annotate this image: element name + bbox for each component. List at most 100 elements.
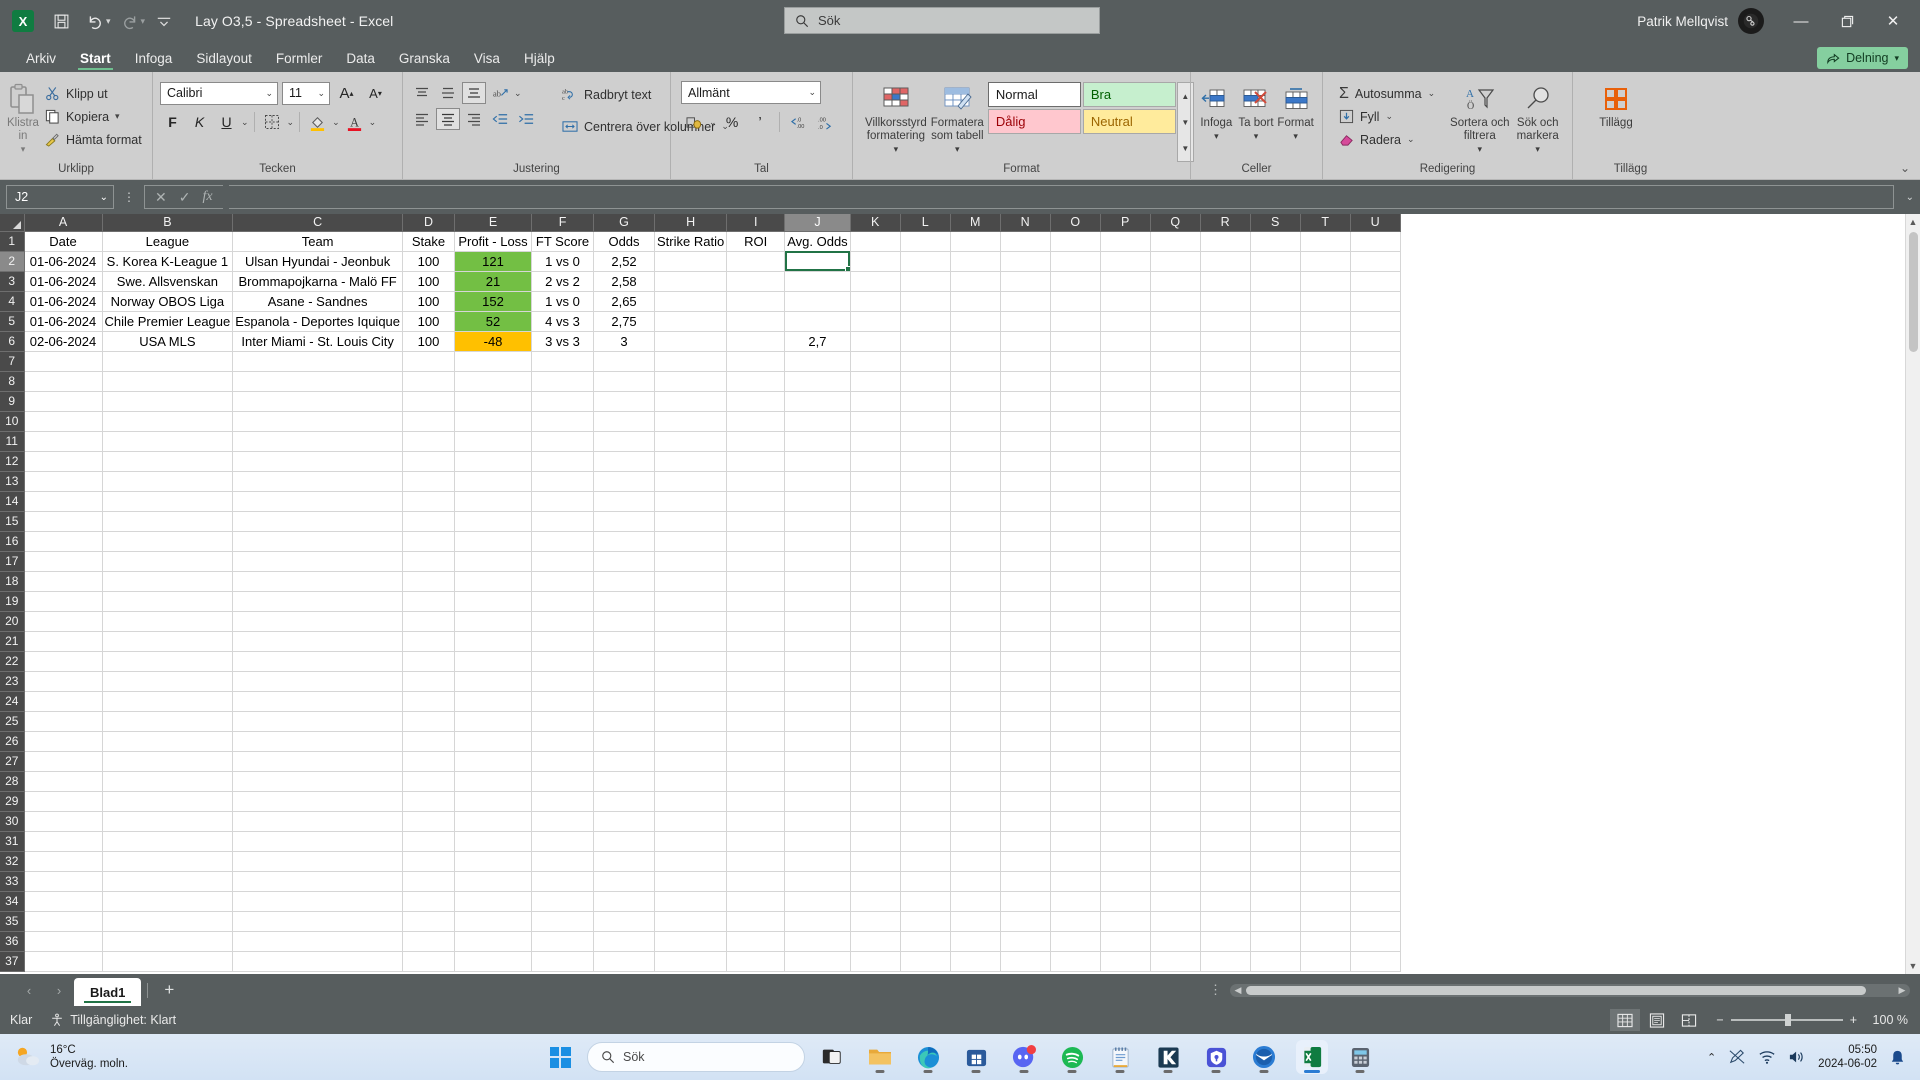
cell-D8[interactable] xyxy=(402,371,456,392)
decrease-decimal-button[interactable]: .00.0 xyxy=(814,110,839,134)
cell-C15[interactable] xyxy=(232,511,404,532)
format-painter-button[interactable]: Hämta format xyxy=(39,128,148,151)
cell-D10[interactable] xyxy=(402,411,456,432)
cell-L12[interactable] xyxy=(900,451,951,472)
zoom-out-button[interactable]: − xyxy=(1716,1013,1723,1027)
row-header-13[interactable]: 13 xyxy=(0,471,25,492)
cell-M26[interactable] xyxy=(950,731,1001,752)
cell-A14[interactable] xyxy=(24,491,103,512)
cell-I27[interactable] xyxy=(726,751,786,772)
cell-C37[interactable] xyxy=(232,951,404,972)
cell-O17[interactable] xyxy=(1050,551,1101,572)
cell-L26[interactable] xyxy=(900,731,951,752)
align-top-button[interactable] xyxy=(410,82,434,104)
cell-B13[interactable] xyxy=(102,471,234,492)
cell-B5[interactable]: Chile Premier League xyxy=(102,311,234,332)
cell-O10[interactable] xyxy=(1050,411,1101,432)
tab-infoga[interactable]: Infoga xyxy=(123,48,185,72)
cell-G26[interactable] xyxy=(593,731,656,752)
excel-taskbar-icon[interactable] xyxy=(1296,1040,1328,1074)
cell-A34[interactable] xyxy=(24,891,103,912)
sheet-tab-blad1[interactable]: Blad1 xyxy=(74,978,142,1006)
delete-cells-dropdown-icon[interactable]: ▾ xyxy=(1254,130,1259,143)
horizontal-scrollbar[interactable]: ◀ ▶ xyxy=(1230,983,1910,997)
cell-I17[interactable] xyxy=(726,551,786,572)
italic-button[interactable]: K xyxy=(187,110,212,134)
row-header-19[interactable]: 19 xyxy=(0,591,25,612)
column-header-D[interactable]: D xyxy=(402,214,456,232)
cell-L33[interactable] xyxy=(900,871,951,892)
cell-H28[interactable] xyxy=(654,771,728,792)
cell-B20[interactable] xyxy=(102,611,234,632)
cell-D37[interactable] xyxy=(402,951,456,972)
cell-U3[interactable] xyxy=(1350,271,1401,292)
horizontal-scroll-thumb[interactable] xyxy=(1246,985,1866,995)
cell-A5[interactable]: 01-06-2024 xyxy=(24,311,103,332)
column-header-H[interactable]: H xyxy=(654,214,728,232)
cell-R33[interactable] xyxy=(1200,871,1251,892)
cell-S35[interactable] xyxy=(1250,911,1301,932)
cell-M12[interactable] xyxy=(950,451,1001,472)
row-header-15[interactable]: 15 xyxy=(0,511,25,532)
row-header-17[interactable]: 17 xyxy=(0,551,25,572)
cell-O9[interactable] xyxy=(1050,391,1101,412)
column-header-S[interactable]: S xyxy=(1250,214,1301,232)
cell-P10[interactable] xyxy=(1100,411,1151,432)
cell-J16[interactable] xyxy=(784,531,851,552)
cell-N14[interactable] xyxy=(1000,491,1051,512)
cell-H27[interactable] xyxy=(654,751,728,772)
number-format-combo[interactable]: Allmänt ⌄ xyxy=(681,81,821,104)
row-header-11[interactable]: 11 xyxy=(0,431,25,452)
align-center-button[interactable] xyxy=(436,108,460,130)
cell-K24[interactable] xyxy=(850,691,901,712)
cell-T13[interactable] xyxy=(1300,471,1351,492)
cell-J10[interactable] xyxy=(784,411,851,432)
cell-E16[interactable] xyxy=(454,531,533,552)
cell-E32[interactable] xyxy=(454,851,533,872)
cell-K16[interactable] xyxy=(850,531,901,552)
cell-C11[interactable] xyxy=(232,431,404,452)
cell-P24[interactable] xyxy=(1100,691,1151,712)
cell-J14[interactable] xyxy=(784,491,851,512)
cell-G12[interactable] xyxy=(593,451,656,472)
cell-O29[interactable] xyxy=(1050,791,1101,812)
cell-H12[interactable] xyxy=(654,451,728,472)
cell-R35[interactable] xyxy=(1200,911,1251,932)
cell-C26[interactable] xyxy=(232,731,404,752)
column-header-F[interactable]: F xyxy=(531,214,595,232)
cell-C18[interactable] xyxy=(232,571,404,592)
cell-G11[interactable] xyxy=(593,431,656,452)
autosum-dropdown-icon[interactable]: ⌄ xyxy=(1428,88,1436,99)
font-size-combo[interactable]: 11 ⌄ xyxy=(282,81,330,105)
cell-Q8[interactable] xyxy=(1150,371,1201,392)
cell-H2[interactable] xyxy=(654,251,728,272)
cell-U9[interactable] xyxy=(1350,391,1401,412)
cell-T27[interactable] xyxy=(1300,751,1351,772)
cell-A32[interactable] xyxy=(24,851,103,872)
cell-style-normal[interactable]: Normal xyxy=(987,82,1081,107)
spotify-icon[interactable] xyxy=(1056,1040,1088,1074)
cell-O15[interactable] xyxy=(1050,511,1101,532)
cell-J19[interactable] xyxy=(784,591,851,612)
cell-S34[interactable] xyxy=(1250,891,1301,912)
cell-E5[interactable]: 52 xyxy=(454,311,533,332)
cell-M36[interactable] xyxy=(950,931,1001,952)
fill-color-button[interactable] xyxy=(305,110,330,134)
cell-E9[interactable] xyxy=(454,391,533,412)
cell-I16[interactable] xyxy=(726,531,786,552)
cell-F8[interactable] xyxy=(531,371,595,392)
ribbon-collapse-icon[interactable]: ⌄ xyxy=(1900,161,1910,175)
cell-I28[interactable] xyxy=(726,771,786,792)
tab-sidlayout[interactable]: Sidlayout xyxy=(184,48,264,72)
cell-M11[interactable] xyxy=(950,431,1001,452)
insert-cells-dropdown-icon[interactable]: ▾ xyxy=(1214,130,1219,143)
cell-C6[interactable]: Inter Miami - St. Louis City xyxy=(232,331,404,352)
zoom-track[interactable] xyxy=(1730,1014,1843,1026)
font-color-button[interactable]: A xyxy=(342,110,367,134)
cell-A3[interactable]: 01-06-2024 xyxy=(24,271,103,292)
cell-D4[interactable]: 100 xyxy=(402,291,456,312)
cell-F3[interactable]: 2 vs 2 xyxy=(531,271,595,292)
cell-M14[interactable] xyxy=(950,491,1001,512)
cell-T3[interactable] xyxy=(1300,271,1351,292)
cell-D7[interactable] xyxy=(402,351,456,372)
